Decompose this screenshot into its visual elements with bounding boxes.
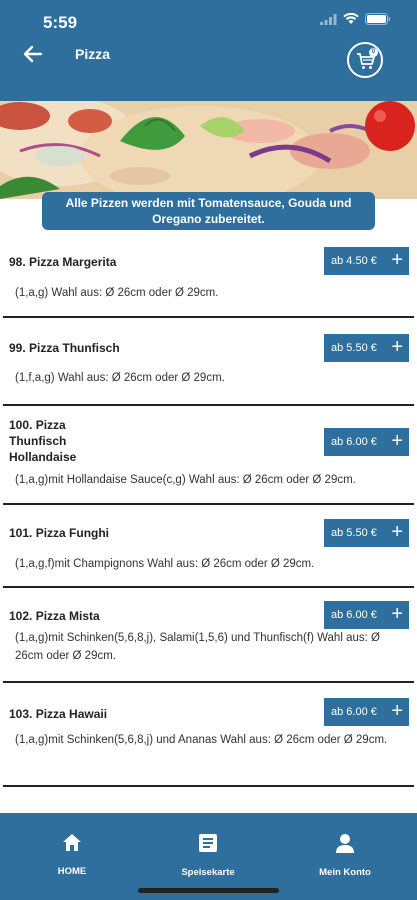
price-button[interactable]: ab 6.00 € + [324, 698, 409, 726]
cart-button[interactable]: 0 [347, 42, 383, 78]
nav-home[interactable]: HOME [12, 813, 132, 877]
item-name: 101. Pizza Funghi [9, 526, 110, 540]
menu-item[interactable]: 101. Pizza Funghi ab 5.50 € + (1,a,g,f)m… [3, 513, 414, 588]
nav-home-label: HOME [57, 866, 87, 877]
price-label: ab 4.50 € [331, 255, 377, 267]
item-description: (1,f,a,g) Wahl aus: Ø 26cm oder Ø 29cm. [15, 372, 225, 384]
item-name: 98. Pizza Margerita [9, 255, 117, 269]
price-label: ab 5.50 € [331, 527, 377, 539]
menu-card-icon [199, 834, 217, 852]
item-name-line: Thunfisch [9, 434, 67, 448]
item-name-line: 100. Pizza [9, 418, 66, 432]
plus-icon: + [391, 521, 403, 543]
price-button[interactable]: ab 5.50 € + [324, 519, 409, 547]
item-name: 99. Pizza Thunfisch [9, 341, 120, 355]
item-description: (1,a,g)mit Schinken(5,6,8,j), Salami(1,5… [15, 632, 380, 662]
price-button[interactable]: ab 6.00 € + [324, 601, 409, 629]
status-icons [320, 13, 391, 25]
menu-list: 98. Pizza Margerita ab 4.50 € + (1,a,g) … [0, 239, 417, 787]
item-description: (1,a,g)mit Hollandaise Sauce(c,g) Wahl a… [15, 474, 356, 486]
nav-speisekarte[interactable]: Speisekarte [148, 813, 268, 878]
item-name-line: Hollandaise [9, 450, 77, 464]
plus-icon: + [391, 336, 403, 358]
plus-icon: + [391, 430, 403, 452]
arrow-left-icon [23, 45, 43, 63]
price-button[interactable]: ab 5.50 € + [324, 334, 409, 362]
plus-icon: + [391, 249, 403, 271]
battery-icon [365, 13, 390, 25]
price-label: ab 6.00 € [331, 609, 377, 621]
signal-icon [320, 13, 337, 25]
wifi-icon [343, 13, 359, 24]
price-button[interactable]: ab 6.00 € + [324, 428, 409, 456]
menu-item[interactable]: 103. Pizza Hawaii ab 6.00 € + (1,a,g)mit… [3, 691, 414, 787]
price-label: ab 6.00 € [331, 436, 377, 448]
app-header: 5:59 Pizza 0 [0, 0, 417, 101]
banner-note: Alle Pizzen werden mit Tomatensauce, Gou… [42, 192, 375, 230]
menu-item[interactable]: 102. Pizza Mista ab 6.00 € + (1,a,g)mit … [3, 596, 414, 683]
user-icon [336, 834, 354, 853]
price-button[interactable]: ab 4.50 € + [324, 247, 409, 275]
item-name: 102. Pizza Mista [9, 609, 100, 623]
menu-item[interactable]: 100. Pizza Thunfisch Hollandaise ab 6.00… [3, 414, 414, 505]
item-name: 100. Pizza Thunfisch Hollandaise [9, 417, 76, 465]
plus-icon: + [391, 603, 403, 625]
item-name: 103. Pizza Hawaii [9, 707, 108, 721]
bottom-nav: HOME Speisekarte Mein Konto [0, 813, 417, 900]
price-label: ab 6.00 € [331, 706, 377, 718]
item-description: (1,a,g,f)mit Champignons Wahl aus: Ø 26c… [15, 558, 315, 570]
price-label: ab 5.50 € [331, 342, 377, 354]
menu-item[interactable]: 98. Pizza Margerita ab 4.50 € + (1,a,g) … [3, 239, 414, 318]
cart-count-badge: 0 [369, 48, 378, 57]
nav-mein-konto-label: Mein Konto [319, 867, 371, 878]
menu-item[interactable]: 99. Pizza Thunfisch ab 5.50 € + (1,f,a,g… [3, 326, 414, 406]
plus-icon: + [391, 700, 403, 722]
home-indicator [138, 888, 279, 893]
item-description: (1,a,g) Wahl aus: Ø 26cm oder Ø 29cm. [15, 287, 219, 299]
item-description: (1,a,g)mit Schinken(5,6,8,j) und Ananas … [15, 734, 388, 746]
pizza-banner-image [0, 101, 417, 199]
home-icon [63, 834, 81, 851]
nav-mein-konto[interactable]: Mein Konto [285, 813, 405, 878]
back-button[interactable] [22, 43, 44, 65]
nav-speisekarte-label: Speisekarte [181, 867, 235, 878]
status-time: 5:59 [43, 13, 78, 32]
page-title: Pizza [75, 46, 111, 62]
